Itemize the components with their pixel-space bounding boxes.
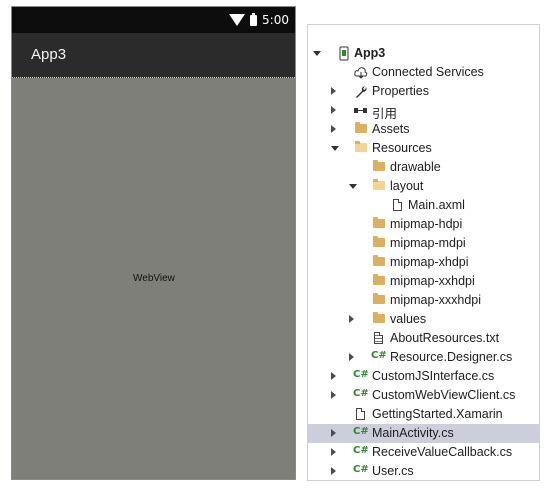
android-emulator-screen: 5:00 App3 WebView [11,6,296,480]
collapsed-arrow-icon[interactable] [331,372,336,380]
status-icons: 5:00 [229,11,289,29]
csharp-icon: C# [353,445,369,456]
tree-item[interactable]: C# Resource.Designer.cs [308,348,539,367]
tree-item[interactable]: values [308,310,539,329]
tree-item-label: values [390,312,427,326]
tree-item-label: drawable [390,160,441,174]
tree-item[interactable]: layout [308,177,539,196]
tree-item[interactable]: Assets [308,120,539,139]
app-bar: App3 [12,33,295,78]
collapsed-arrow-icon[interactable] [331,429,336,437]
expanded-arrow-icon[interactable] [331,146,339,151]
tree-item-label: CustomWebViewClient.cs [372,388,516,402]
status-time: 5:00 [262,13,289,27]
cloud-icon [354,67,368,79]
app-title: App3 [31,46,67,63]
tree-item-label: Connected Services [372,65,484,79]
csharp-icon: C# [353,464,369,475]
tree-item[interactable]: GettingStarted.Xamarin [308,405,539,424]
collapsed-arrow-icon[interactable] [331,125,336,133]
solution-explorer-tree[interactable]: ·· ·· · ··· ·· · ·· ··· App3 Connected Se… [307,24,540,481]
folder-icon [373,255,385,266]
csharp-icon: C# [353,388,369,399]
file-icon [393,199,402,211]
csharp-icon: C# [353,426,369,437]
tree-item[interactable]: C# CustomWebViewClient.cs [308,386,539,405]
tree-item-label: Resource.Designer.cs [390,350,513,364]
text-file-icon [374,332,383,344]
tree-item[interactable]: AboutResources.txt [308,329,539,348]
tree-item-label: mipmap-hdpi [390,217,463,231]
csharp-icon: C# [371,350,387,361]
tree-item-label: GettingStarted.Xamarin [372,407,503,421]
tree-item[interactable]: mipmap-mdpi [308,234,539,253]
folder-icon [373,160,385,171]
collapsed-arrow-icon[interactable] [331,448,336,456]
folder-icon [373,217,385,228]
tree-item-label: mipmap-mdpi [390,236,466,250]
tree-item-label: CustomJSInterface.cs [372,369,495,383]
collapsed-arrow-icon[interactable] [349,315,354,323]
collapsed-arrow-icon[interactable] [331,467,336,475]
collapsed-arrow-icon[interactable] [331,391,336,399]
tree-item[interactable]: Properties [308,82,539,101]
tree-item[interactable]: Resources [308,139,539,158]
references-icon [354,108,367,113]
webview[interactable]: WebView [12,78,295,479]
tree-item[interactable]: C# MainActivity.cs [308,424,539,443]
wrench-icon [356,86,367,98]
tree-item[interactable]: mipmap-xhdpi [308,253,539,272]
collapsed-arrow-icon[interactable] [349,353,354,361]
folder-icon [355,122,367,133]
tree-item-label: MainActivity.cs [372,426,454,440]
wifi-icon [229,14,246,26]
tree-item-label: Assets [372,122,410,136]
tree-item-label: layout [390,179,424,193]
status-bar: 5:00 [12,7,295,33]
tree-item[interactable]: C# ReceiveValueCallback.cs [308,443,539,462]
tree-item[interactable]: C# User.cs [308,462,539,480]
tree-item[interactable]: mipmap-xxxhdpi [308,291,539,310]
folder-icon [373,293,385,304]
tree-item-label: mipmap-xxhdpi [390,274,475,288]
android-project-icon [339,46,349,61]
tree-item[interactable]: mipmap-xxhdpi [308,272,539,291]
collapsed-arrow-icon[interactable] [331,106,336,114]
expanded-arrow-icon[interactable] [313,51,321,56]
tree-item-label: User.cs [372,464,414,478]
battery-icon [250,12,258,26]
file-icon [356,408,365,420]
tree-item-label: Resources [372,141,432,155]
tree-item-label: App3 [354,46,386,60]
tree-item[interactable]: drawable [308,158,539,177]
tree-item[interactable]: Main.axml [308,196,539,215]
collapsed-arrow-icon[interactable] [331,87,336,95]
tree-item-label: ReceiveValueCallback.cs [372,445,513,459]
explorer-header-fragment: ·· ·· · ··· ·· · ·· ··· [308,25,539,35]
tree-item[interactable]: App3 [308,44,539,63]
tree-item-label: mipmap-xhdpi [390,255,469,269]
tree-item-label: mipmap-xxxhdpi [390,293,482,307]
tree-item-label: Properties [372,84,429,98]
folder-icon [373,312,385,323]
csharp-icon: C# [353,369,369,380]
tree-item-label: Main.axml [408,198,465,212]
folder-icon [373,236,385,247]
expanded-arrow-icon[interactable] [349,184,357,189]
folder-open-icon [373,179,385,190]
tree-item[interactable]: mipmap-hdpi [308,215,539,234]
webview-label: WebView [133,273,175,284]
tree-item[interactable]: Connected Services [308,63,539,82]
tree-item[interactable]: 引用 [308,101,539,121]
folder-open-icon [355,141,367,152]
folder-icon [373,274,385,285]
tree-item[interactable]: C# CustomJSInterface.cs [308,367,539,386]
tree-item-label: AboutResources.txt [390,331,500,345]
